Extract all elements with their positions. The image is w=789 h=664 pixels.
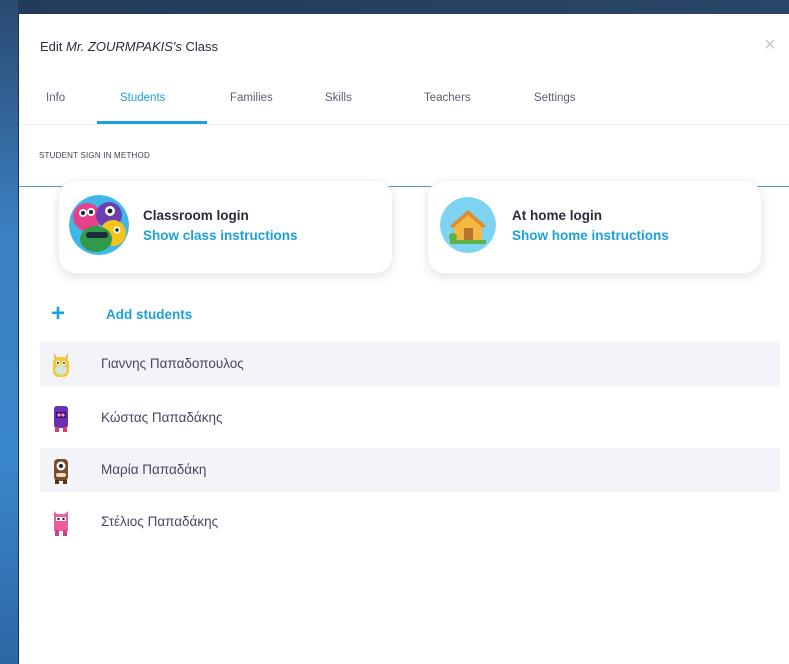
modal-title: Edit Mr. ZOURMPAKIS's Class bbox=[40, 39, 218, 54]
yellow-monster-icon bbox=[50, 349, 72, 379]
brown-cyclops-monster-icon bbox=[50, 455, 72, 485]
show-home-instructions-link[interactable]: Show home instructions bbox=[512, 228, 669, 243]
student-row[interactable]: Στέλιος Παπαδάκης bbox=[40, 500, 780, 544]
plus-icon: + bbox=[51, 300, 66, 327]
home-login-card[interactable]: At home login Show home instructions bbox=[427, 180, 762, 274]
student-row[interactable]: Γιαννης Παπαδοπουλος bbox=[40, 342, 780, 386]
student-name: Στέλιος Παπαδάκης bbox=[101, 514, 219, 529]
close-icon[interactable]: × bbox=[761, 35, 779, 55]
tab-settings[interactable]: Settings bbox=[534, 92, 576, 104]
desktop-background-top bbox=[0, 0, 789, 14]
tabs-divider bbox=[19, 124, 789, 125]
student-row[interactable]: Μαρία Παπαδάκη bbox=[40, 448, 780, 492]
classroom-login-title: Classroom login bbox=[143, 208, 249, 223]
student-name: Γιαννης Παπαδοπουλος bbox=[101, 356, 244, 371]
student-name: Κώστας Παπαδάκης bbox=[101, 410, 223, 425]
tab-teachers[interactable]: Teachers bbox=[424, 92, 471, 104]
purple-monster-icon bbox=[50, 403, 72, 433]
modal-title-prefix: Edit bbox=[40, 39, 67, 54]
tab-skills[interactable]: Skills bbox=[325, 92, 352, 104]
tab-families[interactable]: Families bbox=[230, 92, 273, 104]
add-students-label: Add students bbox=[106, 307, 193, 322]
show-class-instructions-link[interactable]: Show class instructions bbox=[143, 228, 298, 243]
classroom-login-card[interactable]: Classroom login Show class instructions bbox=[58, 180, 393, 274]
edit-class-modal: Edit Mr. ZOURMPAKIS's Class × Info Stude… bbox=[18, 14, 789, 664]
modal-title-suffix: Class bbox=[181, 39, 219, 54]
section-label-sign-in-method: STUDENT SIGN IN METHOD bbox=[39, 151, 150, 160]
desktop-background-left bbox=[0, 0, 18, 664]
tab-bar: Info Students Families Skills Teachers S… bbox=[19, 84, 789, 124]
house-icon bbox=[440, 197, 496, 253]
student-row[interactable]: Κώστας Παπαδάκης bbox=[40, 396, 780, 440]
tab-info[interactable]: Info bbox=[46, 92, 65, 104]
tab-students[interactable]: Students bbox=[120, 92, 165, 104]
student-name: Μαρία Παπαδάκη bbox=[101, 462, 207, 477]
home-login-title: At home login bbox=[512, 208, 602, 223]
modal-title-teacher-name: Mr. ZOURMPAKIS's bbox=[66, 39, 182, 54]
pink-monster-icon bbox=[50, 507, 72, 537]
monsters-icon bbox=[69, 195, 129, 255]
